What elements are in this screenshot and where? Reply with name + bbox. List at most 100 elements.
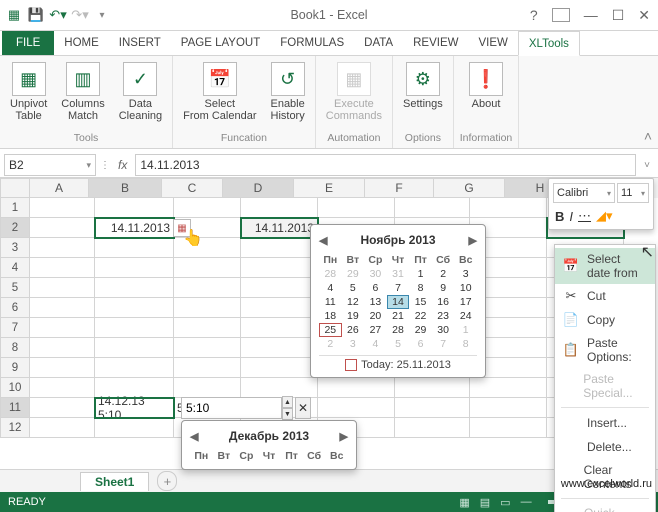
cell-B9[interactable] — [95, 358, 174, 378]
cal-day[interactable]: 25 — [319, 323, 342, 337]
fill-color-button[interactable]: ◢▾ — [596, 208, 613, 224]
cal-day[interactable]: 6 — [364, 281, 387, 295]
cell-D1[interactable] — [241, 198, 318, 218]
col-header-B[interactable]: B — [89, 178, 162, 198]
cell-B4[interactable] — [95, 258, 174, 278]
col-header-D[interactable]: D — [223, 178, 294, 198]
cal-day[interactable]: 4 — [364, 337, 387, 351]
cell-B7[interactable] — [95, 318, 174, 338]
row-header-11[interactable]: 11 — [0, 398, 30, 418]
cal-day[interactable]: 18 — [319, 309, 342, 323]
tab-insert[interactable]: INSERT — [109, 31, 171, 55]
cell-G1[interactable] — [470, 198, 547, 218]
cal2-prev-icon[interactable]: ◀ — [190, 430, 198, 443]
cancel-icon[interactable]: ⋮ — [100, 160, 110, 171]
cell-A8[interactable] — [30, 338, 95, 358]
cell-C5[interactable] — [174, 278, 241, 298]
col-header-C[interactable]: C — [162, 178, 223, 198]
fontsize-selector[interactable]: 11 — [617, 183, 649, 203]
ribbon-data-cleaning[interactable]: ✓DataCleaning — [115, 60, 166, 124]
underline-button[interactable]: ⋯ — [578, 208, 591, 224]
cal2-next-icon[interactable]: ▶ — [340, 430, 348, 443]
cell-A4[interactable] — [30, 258, 95, 278]
cal-day[interactable]: 23 — [432, 309, 455, 323]
cell-B11[interactable]: 14.12.13 5:10 — [95, 398, 174, 418]
tab-pagelayout[interactable]: PAGE LAYOUT — [171, 31, 270, 55]
col-header-G[interactable]: G — [434, 178, 505, 198]
cal-next-icon[interactable]: ▶ — [469, 234, 477, 247]
row-header-5[interactable]: 5 — [0, 278, 30, 298]
cell-B8[interactable] — [95, 338, 174, 358]
cell-D2[interactable]: 14.11.2013 — [241, 218, 318, 238]
cell-A9[interactable] — [30, 358, 95, 378]
tab-formulas[interactable]: FORMULAS — [270, 31, 354, 55]
row-header-12[interactable]: 12 — [0, 418, 30, 438]
cal-day[interactable]: 2 — [432, 267, 455, 281]
cell-F11[interactable] — [395, 398, 470, 418]
cell-A11[interactable] — [30, 398, 95, 418]
cell-E11[interactable] — [318, 398, 395, 418]
cell-D5[interactable] — [241, 278, 318, 298]
cal-day[interactable]: 12 — [342, 295, 365, 309]
cal-day[interactable]: 7 — [387, 281, 410, 295]
row-header-6[interactable]: 6 — [0, 298, 30, 318]
cell-C4[interactable] — [174, 258, 241, 278]
cal-day[interactable]: 10 — [454, 281, 477, 295]
row-header-2[interactable]: 2 — [0, 218, 30, 238]
cell-C8[interactable] — [174, 338, 241, 358]
sheet-tab[interactable]: Sheet1 — [80, 472, 149, 491]
cell-B3[interactable] — [95, 238, 174, 258]
cell-D6[interactable] — [241, 298, 318, 318]
cal-day[interactable]: 2 — [319, 337, 342, 351]
col-header-E[interactable]: E — [294, 178, 365, 198]
fx-icon[interactable]: fx — [114, 158, 131, 172]
row-header-10[interactable]: 10 — [0, 378, 30, 398]
cal-day[interactable]: 19 — [342, 309, 365, 323]
save-icon[interactable]: 💾 — [28, 7, 44, 23]
cell-C10[interactable] — [174, 378, 241, 398]
cal-day[interactable]: 5 — [342, 281, 365, 295]
cal-day[interactable]: 5 — [387, 337, 410, 351]
cell-B1[interactable] — [95, 198, 174, 218]
cell-C1[interactable] — [174, 198, 241, 218]
menu-item-insert-[interactable]: Insert... — [555, 411, 655, 435]
cell-E10[interactable] — [318, 378, 395, 398]
qat-more-icon[interactable]: ▾ — [94, 7, 110, 23]
cal-day[interactable]: 3 — [454, 267, 477, 281]
time-input[interactable] — [181, 397, 282, 419]
cell-E1[interactable] — [318, 198, 395, 218]
view-normal-icon[interactable]: ▦ — [459, 496, 469, 509]
cal2-title[interactable]: Декабрь 2013 — [229, 429, 309, 443]
cell-A7[interactable] — [30, 318, 95, 338]
cell-A3[interactable] — [30, 238, 95, 258]
tab-review[interactable]: REVIEW — [403, 31, 468, 55]
cal-day[interactable]: 13 — [364, 295, 387, 309]
cell-C6[interactable] — [174, 298, 241, 318]
cal-title[interactable]: Ноябрь 2013 — [361, 233, 436, 247]
cell-D9[interactable] — [241, 358, 318, 378]
zoom-out-icon[interactable]: ― — [521, 496, 532, 508]
cell-D4[interactable] — [241, 258, 318, 278]
cell-D7[interactable] — [241, 318, 318, 338]
italic-button[interactable]: I — [569, 209, 573, 224]
col-header-A[interactable]: A — [30, 178, 89, 198]
cell-D3[interactable] — [241, 238, 318, 258]
cal-day[interactable]: 21 — [387, 309, 410, 323]
row-header-4[interactable]: 4 — [0, 258, 30, 278]
ribbon-about[interactable]: ❗About — [465, 60, 507, 112]
bold-button[interactable]: B — [555, 209, 564, 224]
cell-A1[interactable] — [30, 198, 95, 218]
cal-day[interactable]: 3 — [342, 337, 365, 351]
select-all-button[interactable] — [0, 178, 30, 198]
cal-day[interactable]: 8 — [409, 281, 432, 295]
cell-G10[interactable] — [470, 378, 547, 398]
cal-prev-icon[interactable]: ◀ — [319, 234, 327, 247]
minimize-icon[interactable]: ― — [584, 7, 598, 23]
cell-A12[interactable] — [30, 418, 95, 438]
expand-formula-icon[interactable]: ˅ — [640, 160, 654, 171]
cell-C7[interactable] — [174, 318, 241, 338]
tab-home[interactable]: HOME — [54, 31, 109, 55]
ribbon-unpivot-table[interactable]: ▦UnpivotTable — [6, 60, 51, 124]
cell-A6[interactable] — [30, 298, 95, 318]
tab-xltools[interactable]: XLTools — [518, 31, 580, 56]
